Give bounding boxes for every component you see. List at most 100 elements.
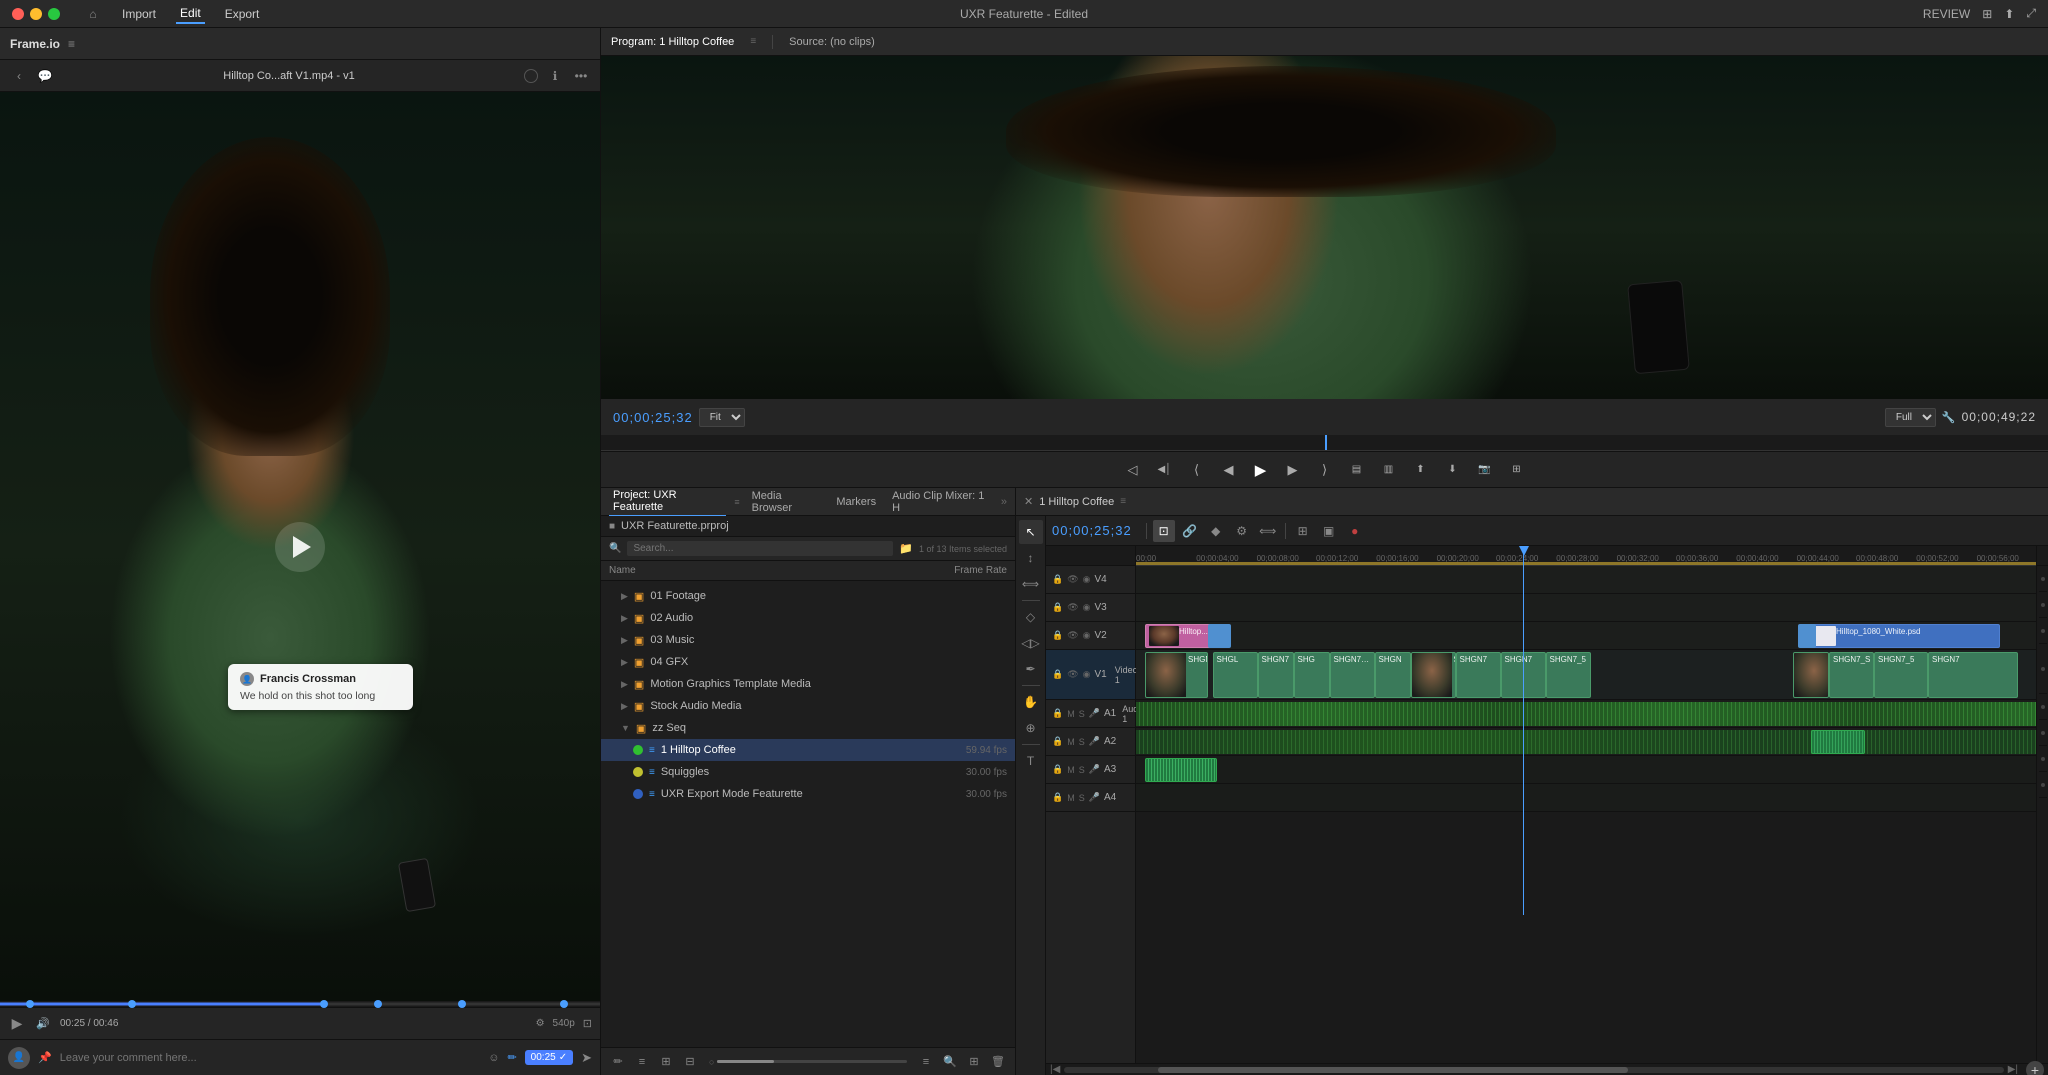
go-to-out[interactable]: ⟩ [1314,459,1336,481]
step-right[interactable]: ▶ [1282,459,1304,481]
timeline-hamburger[interactable]: ≡ [1120,496,1126,507]
item-hilltop-coffee[interactable]: ≡ 1 Hilltop Coffee 59.94 fps [601,739,1015,761]
pencil-btn[interactable]: ✏ [609,1053,627,1071]
comment-icon[interactable]: 💬 [36,67,54,85]
pencil-btn[interactable]: ✏ [507,1051,516,1064]
mic-a1[interactable]: 🎤 [1089,708,1100,719]
track-a2[interactable] [1136,728,2036,756]
clip-v1-shgn7g[interactable]: SHGN7 [1928,652,2018,698]
clip-v1-shgn7d[interactable]: SHGN7 [1793,652,1829,698]
clip-v1-shgn7a[interactable]: SHGN7 [1258,652,1294,698]
lock-a3[interactable]: 🔒 [1052,764,1063,775]
record-btn[interactable]: ● [1344,520,1366,542]
fullscreen-icon[interactable]: ⤢ [2026,6,2036,21]
eye-v3[interactable]: 👁 [1067,602,1078,613]
ripple-del[interactable]: ⟺ [1257,520,1279,542]
eye-v4[interactable]: 👁 [1067,574,1078,585]
track-v1[interactable]: SHGN7_500 SHGL SHGN7 [1136,650,2036,700]
tab-markers[interactable]: Markers [832,494,880,510]
right-handle-a1[interactable] [2039,694,2047,720]
program-ruler[interactable] [601,435,2048,451]
item-03-music[interactable]: ▶ ▣ 03 Music [601,629,1015,651]
audio-a3-clip-left[interactable] [1145,758,1217,782]
mute-a3[interactable]: M [1067,765,1075,775]
mark-in[interactable]: ◁ [1122,459,1144,481]
markers-tool[interactable]: ◆ [1205,520,1227,542]
track-a3[interactable] [1136,756,2036,784]
pen-tool[interactable]: ✒ [1019,657,1043,681]
item-02-audio[interactable]: ▶ ▣ 02 Audio [601,607,1015,629]
progress-bar[interactable] [0,1001,600,1007]
right-handle-a2[interactable] [2039,720,2047,746]
scrollbar-thumb[interactable] [1158,1067,1628,1073]
snap-tool[interactable]: ⊡ [1153,520,1175,542]
link-v3[interactable]: ◉ [1083,602,1091,613]
zoom-tool[interactable]: ⊕ [1019,716,1043,740]
minimize-dot[interactable] [30,8,42,20]
audio-a2-clip-right[interactable] [1811,730,1865,754]
lock-v3[interactable]: 🔒 [1052,602,1063,613]
play-btn[interactable]: ▶ [8,1015,26,1033]
item-04-gfx[interactable]: ▶ ▣ 04 GFX [601,651,1015,673]
wrench-icon[interactable]: 🔧 [1942,411,1956,424]
resolution-selector[interactable]: 540p [553,1018,575,1029]
close-seq[interactable]: ✕ [1024,495,1033,508]
slip-tool[interactable]: ◁▷ [1019,631,1043,655]
clip-v1-shgn7-50[interactable]: SHGN7_50 [1330,652,1375,698]
track-a1[interactable] [1136,700,2036,728]
fullscreen-btn[interactable]: ⊡ [583,1017,592,1030]
timestamp-badge[interactable]: 00:25 ✓ [525,1050,573,1065]
insert-btn[interactable]: ▤ [1346,459,1368,481]
lock-v4[interactable]: 🔒 [1052,574,1063,585]
clip-v1-shgn[interactable]: SHGN [1375,652,1411,698]
item-stock-audio[interactable]: ▶ ▣ Stock Audio Media [601,695,1015,717]
mute-a1[interactable]: M [1067,709,1075,719]
clip-highlight-left[interactable] [1208,624,1231,648]
solo-a2[interactable]: S [1079,737,1085,747]
scrollbar-track[interactable] [1064,1067,2003,1073]
lock-v1[interactable]: 🔒 [1052,669,1063,680]
track-select[interactable]: ↕ [1019,546,1043,570]
step-left[interactable]: ◀ [1218,459,1240,481]
razor-tool[interactable]: ◇ [1019,605,1043,629]
comment-pin[interactable]: 📌 [38,1051,52,1064]
right-handle-v2[interactable] [2039,618,2047,644]
clip-highlight-right[interactable] [1798,624,1816,648]
item-zz-seq[interactable]: ▼ ▣ zz Seq [601,717,1015,739]
tab-audio-mixer[interactable]: Audio Clip Mixer: 1 H [888,488,993,516]
panel-icon[interactable]: ⊞ [1982,7,1992,21]
item-squiggles[interactable]: ≡ Squiggles 30.00 fps [601,761,1015,783]
more-options[interactable]: ••• [572,67,590,85]
menu-edit[interactable]: Edit [176,4,205,24]
clip-v1-shgn7e[interactable]: SHGN7_S [1829,652,1874,698]
right-handle-v4[interactable] [2039,566,2047,592]
clip-v1-shgn500[interactable]: SHGN7_500 [1145,652,1208,698]
playhead[interactable] [1523,546,1524,915]
track-v4[interactable] [1136,566,2036,594]
info-icon[interactable]: ℹ [546,67,564,85]
search-btn[interactable]: 🔍 [941,1053,959,1071]
tab-source[interactable]: Source: (no clips) [789,36,875,48]
send-btn[interactable]: ➤ [581,1050,592,1066]
settings-icon[interactable]: ⚙ [536,1018,545,1029]
clip-hilltop-1080[interactable]: Hilltop_1080_White.psd [1802,624,2000,648]
link-v4[interactable]: ◉ [1083,574,1091,585]
menu-import[interactable]: Import [118,5,160,23]
mic-a3[interactable]: 🎤 [1089,764,1100,775]
timeline-tracks[interactable]: 00;00 00;00;04;00 00;00;08;00 00;00;12;0… [1136,546,2036,1063]
multi-cam[interactable]: ▣ [1318,520,1340,542]
right-handle-a4[interactable] [2039,772,2047,798]
clip-v1-shgl[interactable]: SHGL [1213,652,1258,698]
overwrite-btn[interactable]: ▥ [1378,459,1400,481]
back-btn[interactable]: ‹ [10,67,28,85]
more-panels[interactable]: » [1001,496,1007,508]
new-btn[interactable]: ⊞ [965,1053,983,1071]
marker-2[interactable] [128,1000,136,1008]
eye-v2[interactable]: 👁 [1067,630,1078,641]
lift-btn[interactable]: ⬆ [1410,459,1432,481]
step-back[interactable]: ◀│ [1154,459,1176,481]
marker-1[interactable] [26,1000,34,1008]
tab-project[interactable]: Project: UXR Featurette [609,487,726,516]
clip-v1-shgn7f[interactable]: SHGN7_5 [1874,652,1928,698]
marker-3[interactable] [320,1000,328,1008]
